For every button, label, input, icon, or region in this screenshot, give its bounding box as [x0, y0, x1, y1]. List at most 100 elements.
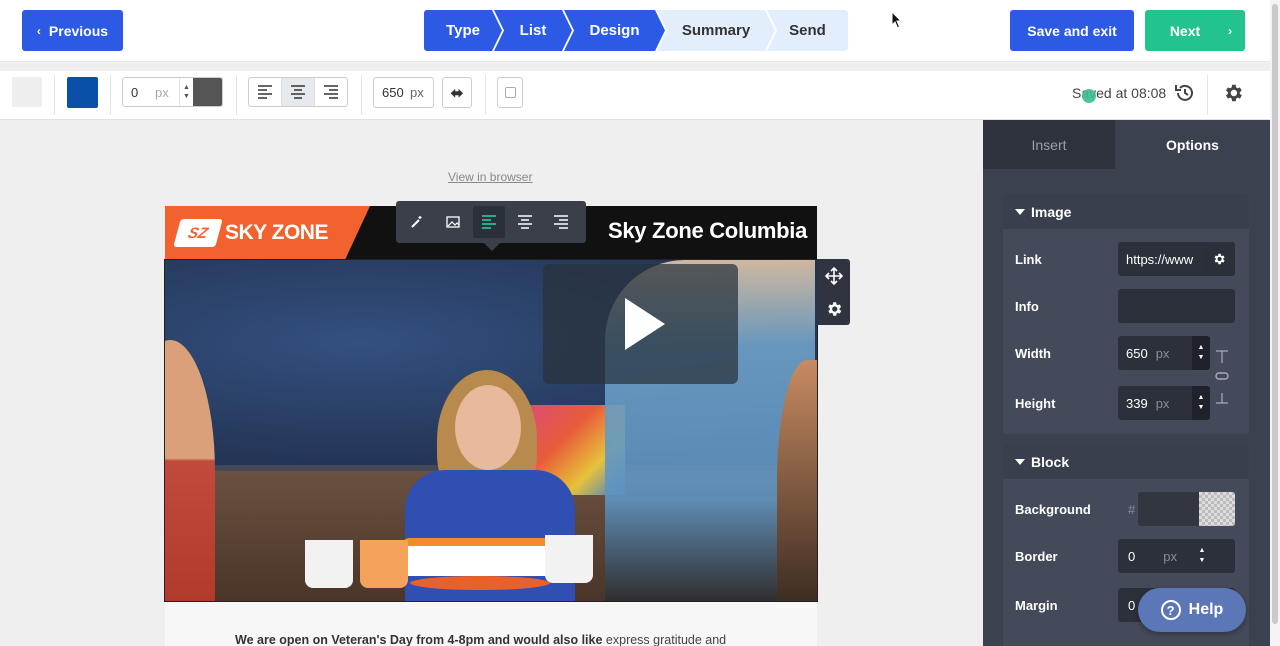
stepper-down-icon[interactable]: ▼: [183, 92, 190, 101]
checkbox-icon: [504, 87, 516, 98]
image-align-right-button[interactable]: [545, 206, 577, 238]
border-unit: px: [1163, 548, 1177, 564]
border-color-swatch[interactable]: [193, 78, 222, 106]
step-summary[interactable]: Summary: [657, 10, 775, 51]
background-color-field[interactable]: [1138, 492, 1235, 526]
full-width-toggle-button[interactable]: ⬌: [442, 77, 472, 108]
stepper-down-icon[interactable]: ▼: [1198, 353, 1205, 363]
help-button[interactable]: ? Help: [1138, 588, 1246, 632]
section-title: Image: [1031, 203, 1072, 220]
step-label: List: [519, 22, 547, 39]
chevron-left-icon: ‹: [36, 23, 41, 38]
align-right-icon: [554, 215, 568, 229]
stepper-up-icon[interactable]: ▲: [1199, 546, 1206, 556]
image-align-left-button[interactable]: [473, 206, 505, 238]
photo-girl-face: [455, 385, 521, 470]
image-section: Image Link https://www Info Width 650 px…: [1003, 194, 1249, 434]
view-in-browser-link[interactable]: View in browser: [448, 170, 532, 184]
next-button[interactable]: Next ›: [1145, 10, 1245, 51]
replace-image-button[interactable]: [437, 206, 469, 238]
block-settings-gear-icon[interactable]: [825, 300, 843, 318]
options-panel: Insert Options Image Link https://www In…: [983, 120, 1270, 646]
height-value: 339: [1126, 395, 1148, 411]
tab-insert[interactable]: Insert: [983, 120, 1115, 169]
collapse-triangle-icon: [1015, 208, 1025, 215]
play-button[interactable]: [543, 264, 738, 384]
tab-options[interactable]: Options: [1115, 120, 1270, 169]
border-width-input[interactable]: 0: [123, 85, 155, 100]
link-button[interactable]: [401, 206, 433, 238]
step-label: Design: [589, 22, 640, 39]
stepper-up-icon[interactable]: ▲: [1198, 343, 1205, 353]
stepper-down-icon[interactable]: ▼: [1199, 556, 1206, 566]
width-field[interactable]: 650 px ▲ ▼: [1118, 336, 1210, 370]
page-scrollbar[interactable]: [1270, 0, 1280, 646]
info-label: Info: [1015, 299, 1039, 314]
height-field[interactable]: 339 px ▲ ▼: [1118, 386, 1210, 420]
step-label: Send: [789, 22, 826, 39]
aspect-lock-link-icon[interactable]: [1214, 349, 1230, 405]
toolbar-divider: [485, 75, 486, 115]
play-icon: [624, 298, 665, 350]
image-section-header[interactable]: Image: [1003, 194, 1249, 229]
question-icon: ?: [1160, 600, 1181, 620]
background-color-swatch[interactable]: [12, 77, 42, 107]
body-text-bold: We are open on Veteran's Day from 4-8pm …: [235, 633, 603, 646]
height-stepper[interactable]: ▲ ▼: [1192, 386, 1210, 420]
image-floating-toolbar: [396, 201, 586, 251]
previous-button[interactable]: ‹ Previous: [22, 10, 123, 51]
background-label: Background: [1015, 502, 1091, 517]
align-right-button[interactable]: [315, 78, 347, 106]
accent-color-swatch[interactable]: [67, 77, 98, 108]
image-align-center-button[interactable]: [509, 206, 541, 238]
align-left-button[interactable]: [249, 78, 282, 106]
stepper-up-icon[interactable]: ▲: [183, 83, 190, 92]
width-label: Width: [1015, 346, 1051, 361]
step-list[interactable]: List: [494, 10, 572, 51]
toolbar-divider: [110, 75, 111, 115]
link-settings-button[interactable]: [1203, 242, 1235, 276]
previous-label: Previous: [48, 22, 109, 39]
design-toolbar: 0 px ▲ ▼ 650 px ⬌ Saved at 08:08: [0, 71, 1270, 120]
link-field[interactable]: https://www: [1118, 242, 1235, 276]
width-unit: px: [1155, 345, 1170, 361]
step-send[interactable]: Send: [767, 10, 848, 51]
photo-cup: [360, 540, 408, 588]
border-field[interactable]: 0 px ▲ ▼: [1118, 539, 1235, 573]
history-icon[interactable]: [1174, 82, 1196, 104]
video-thumbnail-image[interactable]: [164, 259, 818, 602]
content-width-control[interactable]: 650 px: [373, 77, 434, 108]
width-stepper[interactable]: ▲ ▼: [1192, 336, 1210, 370]
link-value: https://www: [1126, 251, 1194, 267]
image-icon: [446, 216, 460, 228]
stepper-down-icon[interactable]: ▼: [1198, 403, 1205, 413]
email-body-text[interactable]: We are open on Veteran's Day from 4-8pm …: [235, 633, 726, 646]
stepper-up-icon[interactable]: ▲: [1198, 393, 1205, 403]
step-label: Summary: [681, 22, 751, 39]
sky-zone-logo: SZ SKY ZONE: [165, 206, 370, 259]
save-and-exit-button[interactable]: Save and exit: [1010, 10, 1134, 51]
border-width-control: 0 px ▲ ▼: [122, 77, 223, 107]
border-stepper[interactable]: ▲ ▼: [179, 78, 193, 106]
checkbox-toggle[interactable]: [497, 77, 523, 108]
settings-gear-icon[interactable]: [1222, 82, 1244, 104]
align-left-icon: [258, 85, 272, 99]
gear-icon: [1214, 253, 1225, 265]
tab-label: Insert: [1031, 136, 1067, 153]
step-type[interactable]: Type: [424, 10, 502, 51]
align-center-button[interactable]: [282, 78, 315, 106]
align-right-icon: [324, 85, 338, 99]
step-design[interactable]: Design: [564, 10, 665, 51]
info-field[interactable]: [1118, 289, 1235, 323]
hex-hash: #: [1128, 502, 1136, 517]
border-label: Border: [1015, 549, 1058, 564]
scrollbar-thumb[interactable]: [1272, 4, 1278, 624]
move-arrows-icon[interactable]: [824, 266, 843, 285]
border-stepper[interactable]: ▲ ▼: [1193, 539, 1211, 573]
transparent-swatch[interactable]: [1199, 492, 1235, 526]
step-label: Type: [446, 22, 480, 39]
wizard-steps: Type List Design Summary Send: [424, 10, 848, 51]
block-section-header[interactable]: Block: [1003, 444, 1249, 479]
content-width-input[interactable]: 650: [374, 85, 410, 100]
link-label: Link: [1015, 252, 1042, 267]
